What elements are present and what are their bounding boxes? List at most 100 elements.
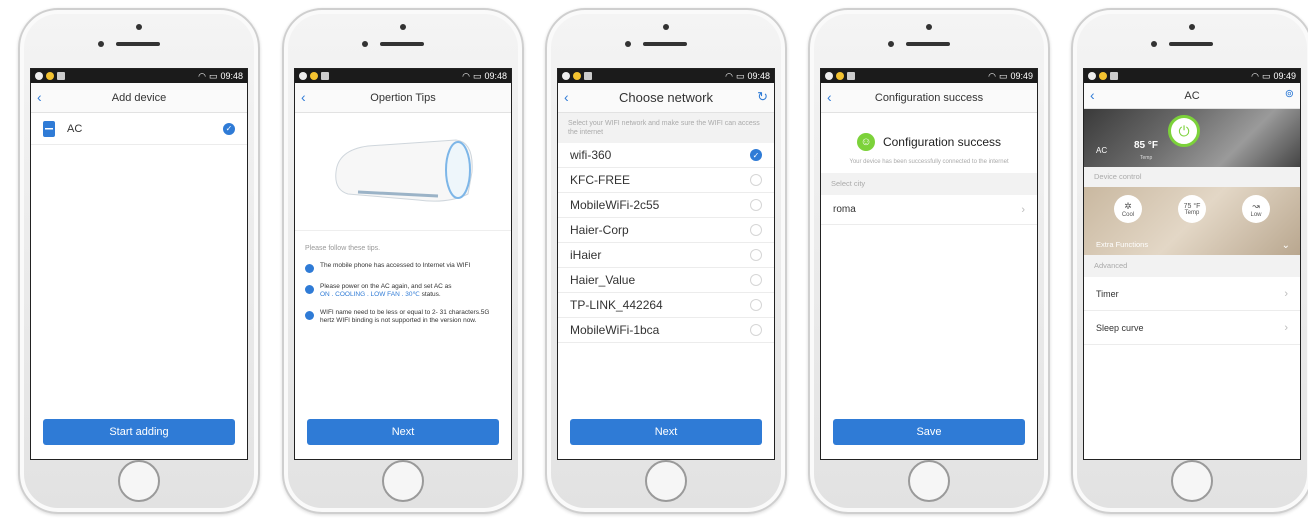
tip-modes: ON . COOLING . LOW FAN . 30℃ bbox=[320, 291, 420, 298]
network-name: KFC-FREE bbox=[570, 173, 630, 187]
page-title: AC bbox=[1184, 89, 1200, 102]
radio-icon[interactable] bbox=[750, 324, 762, 336]
screen: ◠ ▭ 09:48 ‹ Opertion Tips Please follow th… bbox=[294, 68, 512, 460]
camera bbox=[1189, 24, 1195, 30]
tip-text: Please power on the AC again, and set AC… bbox=[320, 283, 452, 299]
control-panel: ✲ Cool 75 °F Temp ↝ Low Extra Functions … bbox=[1084, 187, 1300, 255]
home-button[interactable] bbox=[908, 460, 950, 502]
nav-bar: ‹ Opertion Tips bbox=[295, 83, 511, 113]
home-button[interactable] bbox=[118, 460, 160, 502]
back-chevron-icon[interactable]: ‹ bbox=[564, 89, 569, 105]
sleep-curve-row[interactable]: Sleep curve › bbox=[1084, 311, 1300, 345]
chevron-right-icon: › bbox=[1021, 203, 1025, 216]
fan-speed-control[interactable]: ↝ Low bbox=[1242, 195, 1270, 223]
image-icon bbox=[321, 72, 329, 80]
alarm-icon bbox=[825, 72, 833, 80]
back-chevron-icon[interactable]: ‹ bbox=[37, 89, 42, 105]
power-button[interactable]: ⏻ bbox=[1168, 115, 1200, 147]
stage: ◠▭09:48 ‹ Add device AC ✓ Start adding bbox=[0, 0, 1308, 519]
back-chevron-icon[interactable]: ‹ bbox=[827, 89, 832, 105]
camera bbox=[136, 24, 142, 30]
speaker bbox=[1169, 42, 1213, 46]
temperature-control[interactable]: 75 °F Temp bbox=[1178, 195, 1206, 223]
phone-ac-control: ◠ ▭ 09:49 ‹ AC ⊚ ⏻ AC 85 °F Temp Device co… bbox=[1071, 8, 1308, 514]
tips-intro: Please follow these tips. bbox=[305, 245, 381, 252]
next-button[interactable]: Next bbox=[570, 419, 762, 445]
speaker bbox=[643, 42, 687, 46]
back-chevron-icon[interactable]: ‹ bbox=[1090, 87, 1095, 103]
camera bbox=[926, 24, 932, 30]
extra-functions-label[interactable]: Extra Functions bbox=[1096, 240, 1148, 249]
section-header: Select city bbox=[821, 173, 1037, 195]
image-icon bbox=[584, 72, 592, 80]
image-icon bbox=[847, 72, 855, 80]
back-chevron-icon[interactable]: ‹ bbox=[301, 89, 306, 105]
nav-bar: ‹ Add device bbox=[31, 83, 247, 113]
selected-check-icon[interactable]: ✓ bbox=[750, 149, 762, 161]
tip-suffix: status. bbox=[421, 291, 441, 298]
radio-icon[interactable] bbox=[750, 199, 762, 211]
refresh-icon[interactable]: ↻ bbox=[757, 89, 768, 105]
front-camera bbox=[625, 41, 631, 47]
radio-icon[interactable] bbox=[750, 174, 762, 186]
ac-unit-illustration bbox=[295, 113, 511, 231]
wifi-icon: ◠ bbox=[462, 70, 470, 81]
network-hint: Select your WIFI network and make sure t… bbox=[558, 113, 774, 143]
speaker bbox=[906, 42, 950, 46]
selected-check-icon[interactable]: ✓ bbox=[223, 122, 235, 135]
network-item[interactable]: wifi-360 ✓ bbox=[558, 143, 774, 168]
phone-choose-network: ◠ ▭ 09:48 ‹ Choose network ↻ Select your W… bbox=[545, 8, 787, 514]
network-item[interactable]: Haier_Value bbox=[558, 268, 774, 293]
mode-control[interactable]: ✲ Cool bbox=[1114, 195, 1142, 223]
phone-operation-tips: ◠ ▭ 09:48 ‹ Opertion Tips Please follow th… bbox=[282, 8, 524, 514]
smiley-icon: ☺ bbox=[856, 133, 875, 151]
info-icon bbox=[305, 311, 314, 320]
network-name: Haier_Value bbox=[570, 273, 636, 287]
network-item[interactable]: MobileWiFi-2c55 bbox=[558, 193, 774, 218]
settings-icon[interactable]: ⊚ bbox=[1285, 87, 1294, 100]
wifi-icon: ◠ bbox=[725, 70, 733, 81]
network-name: Haier-Corp bbox=[570, 223, 629, 237]
network-item[interactable]: iHaier bbox=[558, 243, 774, 268]
wifi-icon: ◠ bbox=[1251, 70, 1259, 81]
network-item[interactable]: KFC-FREE bbox=[558, 168, 774, 193]
home-button[interactable] bbox=[382, 460, 424, 502]
fan-icon: ↝ bbox=[1252, 200, 1260, 211]
device-row[interactable]: AC ✓ bbox=[31, 113, 247, 145]
chevron-down-icon[interactable]: ⌄ bbox=[1282, 240, 1290, 251]
battery-icon: ▭ bbox=[998, 70, 1008, 81]
home-button[interactable] bbox=[645, 460, 687, 502]
alarm-icon bbox=[562, 72, 570, 80]
city-row[interactable]: roma › bbox=[821, 195, 1037, 225]
network-item[interactable]: TP-LINK_442264 bbox=[558, 293, 774, 318]
phone-add-device: ◠ ▭ 09:48 ‹ Add device AC ✓ Start adding bbox=[18, 8, 260, 514]
network-item[interactable]: MobileWiFi-1bca bbox=[558, 318, 774, 343]
tip-text: WIFI name need to be less or equal to 2-… bbox=[320, 309, 490, 324]
info-icon bbox=[305, 264, 314, 273]
battery-icon: ▭ bbox=[472, 70, 482, 81]
timer-label: Timer bbox=[1096, 288, 1119, 299]
status-bar: ◠ ▭ 09:48 bbox=[558, 69, 774, 83]
network-item[interactable]: Haier-Corp bbox=[558, 218, 774, 243]
radio-icon[interactable] bbox=[750, 299, 762, 311]
save-button[interactable]: Save bbox=[833, 419, 1025, 445]
success-panel: ☺ Configuration success Your device has … bbox=[821, 113, 1037, 173]
front-camera bbox=[362, 41, 368, 47]
status-time: 09:48 bbox=[484, 71, 507, 81]
screen: ◠ ▭ 09:49 ‹ Configuration success ☺ Config… bbox=[820, 68, 1038, 460]
timer-row[interactable]: Timer › bbox=[1084, 277, 1300, 311]
network-name: MobileWiFi-1bca bbox=[570, 323, 660, 337]
radio-icon[interactable] bbox=[750, 224, 762, 236]
sleep-curve-label: Sleep curve bbox=[1096, 322, 1144, 333]
page-title: Choose network bbox=[619, 90, 713, 105]
info-icon bbox=[305, 285, 314, 294]
home-button[interactable] bbox=[1171, 460, 1213, 502]
radio-icon[interactable] bbox=[750, 274, 762, 286]
next-button[interactable]: Next bbox=[307, 419, 499, 445]
start-adding-button[interactable]: Start adding bbox=[43, 419, 235, 445]
screen: ◠ ▭ 09:49 ‹ AC ⊚ ⏻ AC 85 °F Temp Device co… bbox=[1083, 68, 1301, 460]
chevron-right-icon: › bbox=[1284, 287, 1288, 300]
radio-icon[interactable] bbox=[750, 249, 762, 261]
tip-item: Please power on the AC again, and set AC… bbox=[295, 283, 511, 299]
network-name: TP-LINK_442264 bbox=[570, 298, 663, 312]
